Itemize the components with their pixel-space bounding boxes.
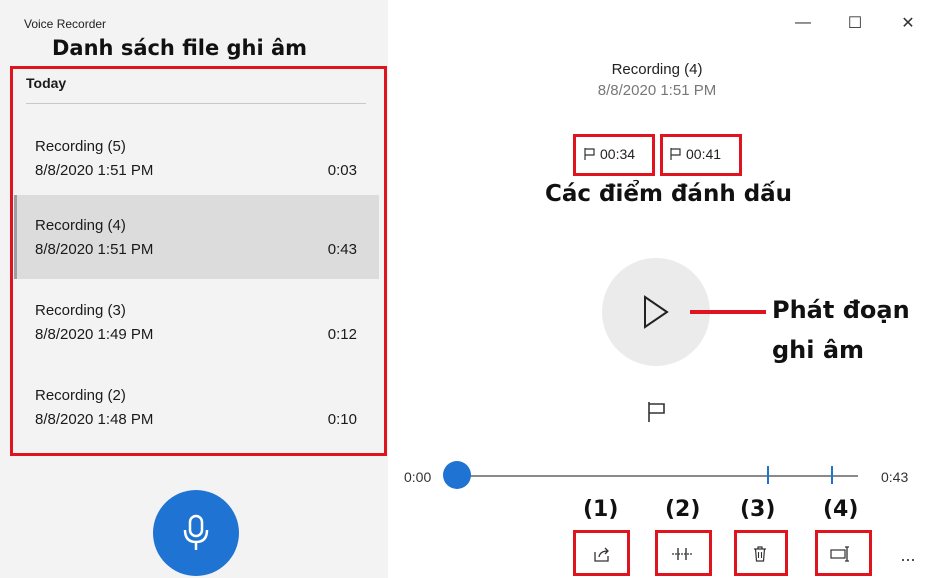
timeline-marker-tick xyxy=(831,466,833,484)
trim-icon xyxy=(672,548,692,560)
rename-icon xyxy=(830,546,849,562)
recording-item[interactable]: Recording (5) 8/8/2020 1:51 PM 0:03 xyxy=(14,116,379,200)
marker-time: 00:34 xyxy=(600,146,636,162)
recording-date: 8/8/2020 1:51 PM xyxy=(35,162,154,179)
timeline-thumb[interactable] xyxy=(443,461,471,489)
annotation-tool-number: (3) xyxy=(740,497,776,522)
rename-button[interactable] xyxy=(816,532,866,576)
recording-name: Recording (3) xyxy=(35,302,126,319)
annotation-play-line2: ghi âm xyxy=(772,336,865,364)
recording-item[interactable]: Recording (3) 8/8/2020 1:49 PM 0:12 xyxy=(14,280,379,364)
recording-name: Recording (4) xyxy=(35,217,126,234)
share-button[interactable] xyxy=(577,532,627,576)
divider xyxy=(26,103,366,104)
recording-item-selected[interactable]: Recording (4) 8/8/2020 1:51 PM 0:43 xyxy=(14,195,379,279)
maximize-button[interactable]: ☐ xyxy=(840,10,870,36)
current-recording-date: 8/8/2020 1:51 PM xyxy=(597,82,717,99)
play-icon xyxy=(644,295,669,329)
annotation-tool-number: (2) xyxy=(665,497,701,522)
annotation-tool-number: (1) xyxy=(583,497,619,522)
trim-button[interactable] xyxy=(657,532,707,576)
marker-1[interactable]: 00:34 xyxy=(584,146,635,162)
trash-icon xyxy=(754,546,766,562)
annotation-arrow xyxy=(690,310,766,314)
recording-item[interactable]: Recording (2) 8/8/2020 1:48 PM 0:10 xyxy=(14,365,379,449)
delete-button[interactable] xyxy=(735,532,785,576)
annotation-play-line1: Phát đoạn xyxy=(772,296,910,324)
annotation-list-title: Danh sách file ghi âm xyxy=(52,36,308,60)
marker-2[interactable]: 00:41 xyxy=(670,146,721,162)
group-header-today: Today xyxy=(26,75,67,91)
more-button[interactable]: ... xyxy=(893,545,923,569)
minimize-button[interactable]: — xyxy=(788,10,818,36)
recording-date: 8/8/2020 1:51 PM xyxy=(35,241,154,258)
annotation-tool-number: (4) xyxy=(823,497,859,522)
recording-name: Recording (2) xyxy=(35,387,126,404)
time-end: 0:43 xyxy=(881,469,909,485)
flag-icon xyxy=(670,148,681,160)
current-recording-title: Recording (4) xyxy=(611,61,703,78)
recording-date: 8/8/2020 1:48 PM xyxy=(35,411,154,428)
recording-name: Recording (5) xyxy=(35,138,126,155)
recording-duration: 0:12 xyxy=(327,326,357,343)
app-title: Voice Recorder xyxy=(24,17,107,31)
recording-duration: 0:10 xyxy=(327,411,357,428)
add-marker-button[interactable] xyxy=(646,400,670,424)
recording-date: 8/8/2020 1:49 PM xyxy=(35,326,154,343)
microphone-icon xyxy=(183,514,209,550)
time-start: 0:00 xyxy=(404,469,432,485)
flag-icon xyxy=(648,402,665,422)
timeline-marker-tick xyxy=(767,466,769,484)
share-icon xyxy=(594,547,609,562)
record-button[interactable] xyxy=(153,490,239,576)
annotation-markers-title: Các điểm đánh dấu xyxy=(545,181,793,207)
close-button[interactable]: ✕ xyxy=(893,10,923,36)
flag-icon xyxy=(584,148,595,160)
recordings-pane: Voice Recorder Today Recording (5) 8/8/2… xyxy=(0,0,388,578)
timeline-track[interactable] xyxy=(456,475,858,477)
recording-duration: 0:43 xyxy=(327,241,357,258)
marker-time: 00:41 xyxy=(686,146,722,162)
recording-duration: 0:03 xyxy=(327,162,357,179)
